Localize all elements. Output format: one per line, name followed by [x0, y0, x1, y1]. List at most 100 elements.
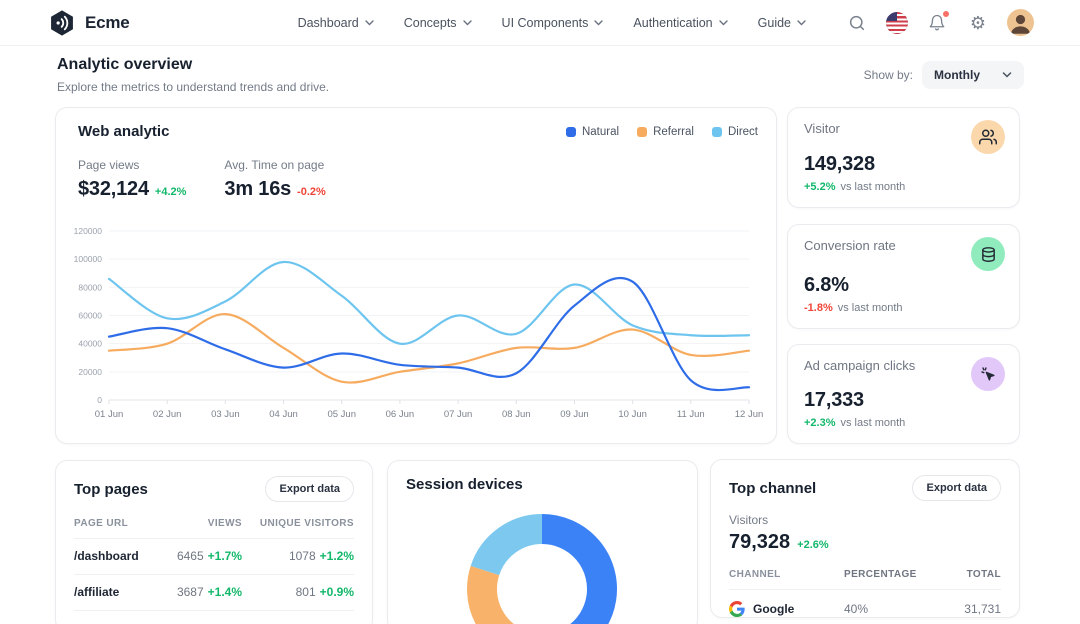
export-data-button[interactable]: Export data [912, 475, 1001, 501]
svg-text:08 Jun: 08 Jun [502, 409, 531, 420]
users-icon [971, 120, 1005, 154]
nav-item-ui-components[interactable]: UI Components [502, 16, 604, 30]
nav-label: Guide [758, 16, 791, 30]
metric-delta: -0.2% [297, 186, 326, 198]
page-url: /dashboard [74, 549, 150, 563]
main-nav: Dashboard Concepts UI Components Authent… [298, 16, 806, 30]
svg-text:06 Jun: 06 Jun [386, 409, 415, 420]
metric-page-views: Page views $32,124 +4.2% [78, 158, 186, 201]
unique-visitors-value: 801 [296, 585, 316, 599]
nav-label: UI Components [502, 16, 589, 30]
visitors-label: Visitors [729, 513, 1001, 527]
avatar[interactable] [1007, 9, 1034, 36]
views-value: 6465 [177, 549, 204, 563]
legend-label: Direct [728, 126, 758, 138]
svg-text:0: 0 [97, 395, 102, 405]
legend-label: Natural [582, 126, 619, 138]
legend-item-referral[interactable]: Referral [637, 126, 694, 138]
chevron-down-icon [463, 20, 472, 26]
stat-value: 149,328 [804, 153, 1003, 176]
svg-text:60000: 60000 [78, 311, 102, 321]
table-row[interactable]: /dashboard 6465+1.7% 1078+1.2% [74, 539, 354, 575]
nav-item-authentication[interactable]: Authentication [633, 16, 727, 30]
topbar-actions: ⚙ [845, 9, 1034, 36]
chevron-down-icon [594, 20, 603, 26]
column-unique-visitors: UNIQUE VISITORS [242, 518, 354, 529]
page-header: Analytic overview Explore the metrics to… [57, 56, 329, 94]
show-by-select[interactable]: Monthly [922, 61, 1024, 89]
chart-legend: Natural Referral Direct [566, 126, 758, 138]
show-by-control: Show by: Monthly [864, 61, 1024, 89]
unique-visitors-delta: +1.2% [320, 549, 354, 563]
show-by-value: Monthly [934, 68, 980, 82]
search-icon[interactable] [845, 11, 869, 35]
top-pages-card: Top pages Export data PAGE URL VIEWS UNI… [55, 460, 373, 624]
top-channel-card: Top channel Export data Visitors 79,328 … [710, 459, 1020, 618]
chevron-down-icon [797, 20, 806, 26]
chevron-down-icon [719, 20, 728, 26]
table-row[interactable]: /affiliate 3687+1.4% 801+0.9% [74, 575, 354, 611]
svg-text:100000: 100000 [74, 254, 103, 264]
web-analytic-title: Web analytic [78, 123, 169, 140]
top-channel-title: Top channel [729, 480, 816, 497]
legend-swatch [712, 127, 722, 137]
hexagon-signal-icon [48, 9, 76, 37]
legend-item-natural[interactable]: Natural [566, 126, 619, 138]
stat-value: 17,333 [804, 389, 1003, 412]
notification-dot [942, 10, 950, 18]
nav-item-dashboard[interactable]: Dashboard [298, 16, 374, 30]
visitors-value: 79,328 [729, 531, 790, 554]
table-header: CHANNEL PERCENTAGE TOTAL [729, 569, 1001, 590]
chevron-down-icon [365, 20, 374, 26]
show-by-label: Show by: [864, 68, 913, 82]
svg-text:11 Jun: 11 Jun [677, 409, 705, 420]
column-views: VIEWS [150, 518, 242, 529]
stat-delta: +5.2% [804, 181, 836, 193]
session-devices-card: Session devices [387, 460, 698, 624]
line-chart: 02000040000600008000010000012000001 Jun0… [66, 220, 768, 434]
views-delta: +1.4% [208, 585, 242, 599]
metric-avg-time: Avg. Time on page 3m 16s -0.2% [224, 158, 325, 201]
svg-text:03 Jun: 03 Jun [211, 409, 240, 420]
coins-icon [971, 237, 1005, 271]
svg-text:02 Jun: 02 Jun [153, 409, 182, 420]
column-total: TOTAL [941, 569, 1001, 580]
visitor-card: Visitor 149,328 +5.2% vs last month [787, 107, 1020, 208]
stat-delta-suffix: vs last month [838, 302, 903, 314]
metric-value: 3m 16s [224, 178, 291, 201]
top-pages-title: Top pages [74, 481, 148, 498]
google-icon [729, 601, 745, 617]
metric-delta: +4.2% [155, 186, 187, 198]
ad-campaign-clicks-card: Ad campaign clicks 17,333 +2.3% vs last … [787, 344, 1020, 444]
page-title: Analytic overview [57, 56, 329, 74]
stat-delta: +2.3% [804, 417, 836, 429]
svg-text:40000: 40000 [78, 339, 102, 349]
brand-logo[interactable]: Ecme [48, 9, 130, 37]
bell-icon[interactable] [925, 11, 949, 35]
column-percentage: PERCENTAGE [844, 569, 941, 580]
us-flag-icon[interactable] [886, 12, 908, 34]
stat-delta-suffix: vs last month [841, 181, 906, 193]
chevron-down-icon [1002, 72, 1012, 78]
cursor-click-icon [971, 357, 1005, 391]
channel-percentage: 40% [844, 602, 941, 616]
legend-item-direct[interactable]: Direct [712, 126, 758, 138]
metric-label: Avg. Time on page [224, 158, 325, 172]
web-analytic-card: Web analytic Natural Referral Direct Pag… [55, 107, 777, 444]
gear-icon[interactable]: ⚙ [966, 11, 990, 35]
svg-text:80000: 80000 [78, 282, 102, 292]
nav-item-concepts[interactable]: Concepts [404, 16, 472, 30]
stat-delta: -1.8% [804, 302, 833, 314]
stat-delta-suffix: vs last month [841, 417, 906, 429]
session-devices-title: Session devices [406, 476, 679, 493]
views-delta: +1.7% [208, 549, 242, 563]
legend-swatch [637, 127, 647, 137]
conversion-rate-card: Conversion rate 6.8% -1.8% vs last month [787, 224, 1020, 329]
table-row[interactable]: Google 40% 31,731 [729, 590, 1001, 617]
page-subtitle: Explore the metrics to understand trends… [57, 80, 329, 94]
channel-total: 31,731 [941, 602, 1001, 616]
nav-item-guide[interactable]: Guide [758, 16, 806, 30]
column-channel: CHANNEL [729, 569, 844, 580]
svg-text:07 Jun: 07 Jun [444, 409, 473, 420]
export-data-button[interactable]: Export data [265, 476, 354, 502]
